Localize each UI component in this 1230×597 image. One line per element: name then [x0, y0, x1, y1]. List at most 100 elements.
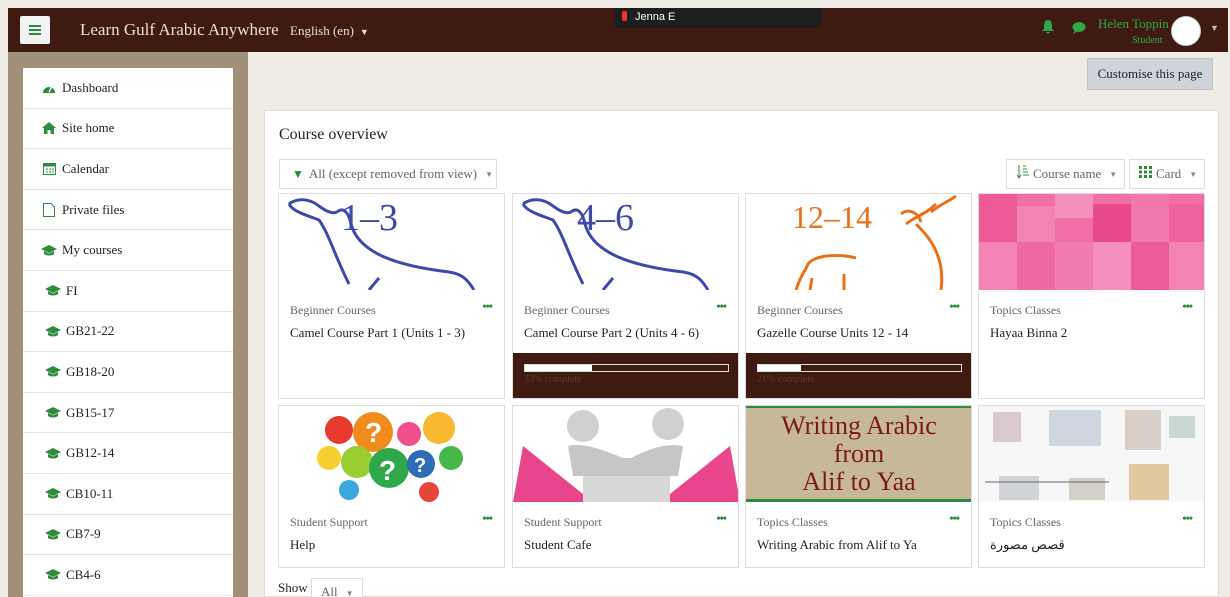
sidebar-item-gb21-22[interactable]: GB21-22 — [23, 312, 233, 353]
graduation-cap-icon — [45, 487, 61, 501]
graduation-cap-icon — [45, 324, 61, 338]
sidebar-item-cb7-9[interactable]: CB7-9 — [23, 515, 233, 556]
course-card[interactable]: Student Support ••• Student Cafe — [512, 405, 739, 568]
sidebar-item-label: GB18-20 — [66, 363, 115, 379]
more-options-icon[interactable]: ••• — [1182, 511, 1193, 526]
course-category: Beginner Courses — [757, 303, 843, 317]
course-name[interactable]: Gazelle Course Units 12 - 14 — [757, 325, 908, 341]
course-image-label: Writing Arabic — [781, 411, 937, 440]
show-label: Show — [278, 580, 308, 595]
more-options-icon[interactable]: ••• — [482, 299, 493, 314]
bell-icon[interactable] — [1042, 20, 1054, 34]
course-name[interactable]: Camel Course Part 2 (Units 4 - 6) — [524, 325, 699, 341]
chevron-down-icon: ▼ — [345, 589, 354, 597]
course-category: Topics Classes — [757, 515, 828, 529]
avatar[interactable] — [1171, 16, 1201, 46]
course-image-camel: 1–3 — [279, 194, 504, 290]
show-count-select[interactable]: All ▼ — [311, 578, 363, 597]
course-name[interactable]: Help — [290, 537, 315, 553]
course-overview-title: Course overview — [279, 126, 388, 143]
dashboard-icon — [41, 81, 57, 95]
grid-icon — [1139, 166, 1152, 182]
sidebar-item-fi[interactable]: FI — [23, 271, 233, 312]
progress-bar — [757, 364, 962, 372]
more-options-icon[interactable]: ••• — [716, 511, 727, 526]
course-card[interactable]: Topics Classes ••• قصص مصورة — [978, 405, 1205, 568]
sidebar-item-my-courses[interactable]: My courses — [23, 230, 233, 271]
sidebar-item-private-files[interactable]: Private files — [23, 190, 233, 231]
sidebar-item-label: Private files — [62, 201, 125, 217]
language-menu[interactable]: English (en) ▼ — [290, 23, 369, 39]
chevron-down-icon: ▼ — [1109, 169, 1118, 179]
graduation-cap-icon — [45, 446, 61, 460]
more-options-icon[interactable]: ••• — [716, 299, 727, 314]
course-category: Topics Classes — [990, 303, 1061, 317]
course-image-pattern — [979, 194, 1204, 290]
sidebar-item-gb18-20[interactable]: GB18-20 — [23, 352, 233, 393]
sidebar-item-label: Dashboard — [62, 79, 119, 95]
course-category: Student Support — [290, 515, 368, 529]
chat-icon[interactable] — [1072, 21, 1086, 35]
show-count-value: All — [321, 584, 338, 597]
course-image-label: Alif to Yaa — [802, 467, 916, 496]
sidebar-item-gb15-17[interactable]: GB15-17 — [23, 393, 233, 434]
sidebar-item-label: Site home — [62, 120, 115, 136]
chevron-down-icon: ▼ — [359, 27, 369, 37]
course-name[interactable]: Writing Arabic from Alif to Ya — [757, 537, 917, 553]
more-options-icon[interactable]: ••• — [1182, 299, 1193, 314]
more-options-icon[interactable]: ••• — [949, 511, 960, 526]
file-icon — [41, 202, 57, 217]
sidebar-item-cb4-6[interactable]: CB4-6 — [23, 555, 233, 596]
course-image-label: from — [834, 439, 885, 468]
course-image-label: 12–14 — [792, 199, 872, 235]
course-card[interactable]: 4–6 Beginner Courses ••• Camel Course Pa… — [512, 193, 739, 399]
zoom-participant-name: Jenna E — [635, 11, 676, 23]
progress-bar — [524, 364, 729, 372]
course-card[interactable]: 12–14 Beginner Courses ••• Gazelle Cours… — [745, 193, 972, 399]
view-label: Card — [1156, 166, 1182, 181]
sort-icon — [1016, 165, 1029, 183]
sidebar-item-gb12-14[interactable]: GB12-14 — [23, 433, 233, 474]
course-category: Beginner Courses — [524, 303, 610, 317]
menu-icon[interactable] — [20, 16, 50, 44]
course-card[interactable]: Writing Arabic from Alif to Yaa Topics C… — [745, 405, 972, 568]
course-image-handshake — [513, 406, 738, 502]
more-options-icon[interactable]: ••• — [482, 511, 493, 526]
sidebar-item-label: CB4-6 — [66, 566, 101, 582]
progress-text: 33% complete — [524, 374, 582, 385]
sidebar-item-label: CB7-9 — [66, 526, 101, 542]
user-name[interactable]: Helen Toppin — [1098, 16, 1169, 32]
course-name[interactable]: Student Cafe — [524, 537, 592, 553]
sidebar-item-site-home[interactable]: Site home — [23, 109, 233, 150]
view-dropdown[interactable]: Card ▼ — [1129, 159, 1205, 189]
sidebar-item-label: FI — [66, 282, 78, 298]
course-name[interactable]: قصص مصورة — [990, 537, 1065, 553]
zoom-participant-bar: Jenna E — [614, 8, 822, 28]
top-navbar: Learn Gulf Arabic Anywhere English (en) ▼… — [8, 8, 1228, 52]
course-progress: 33% complete — [513, 353, 738, 398]
more-options-icon[interactable]: ••• — [949, 299, 960, 314]
site-title[interactable]: Learn Gulf Arabic Anywhere — [80, 20, 279, 40]
sidebar-item-cb10-11[interactable]: CB10-11 — [23, 474, 233, 515]
course-card[interactable]: Topics Classes ••• Hayaa Binna 2 — [978, 193, 1205, 399]
sidebar-nav: Dashboard Site home Calendar Private fil… — [23, 68, 233, 597]
customise-page-button[interactable]: Customise this page — [1087, 58, 1213, 90]
sidebar-item-dashboard[interactable]: Dashboard — [23, 68, 233, 109]
graduation-cap-icon — [45, 284, 61, 298]
course-image-label: 4–6 — [577, 197, 634, 239]
progress-bar-fill — [758, 365, 801, 371]
chevron-down-icon[interactable]: ▼ — [1210, 23, 1219, 33]
svg-text:?: ? — [365, 417, 382, 448]
course-card[interactable]: 1–3 Beginner Courses ••• Camel Course Pa… — [278, 193, 505, 399]
sort-dropdown[interactable]: Course name ▼ — [1006, 159, 1125, 189]
sidebar-item-calendar[interactable]: Calendar — [23, 149, 233, 190]
course-name[interactable]: Camel Course Part 1 (Units 1 - 3) — [290, 325, 465, 341]
course-name[interactable]: Hayaa Binna 2 — [990, 325, 1067, 341]
filter-label: All (except removed from view) — [308, 166, 478, 181]
svg-text:?: ? — [379, 455, 396, 486]
course-card[interactable]: ? ? ? Student Support ••• Help — [278, 405, 505, 568]
chevron-down-icon: ▼ — [485, 169, 494, 179]
graduation-cap-icon — [41, 243, 57, 257]
graduation-cap-icon — [45, 527, 61, 541]
filter-dropdown[interactable]: ▼ All (except removed from view) ▼ — [279, 159, 497, 189]
